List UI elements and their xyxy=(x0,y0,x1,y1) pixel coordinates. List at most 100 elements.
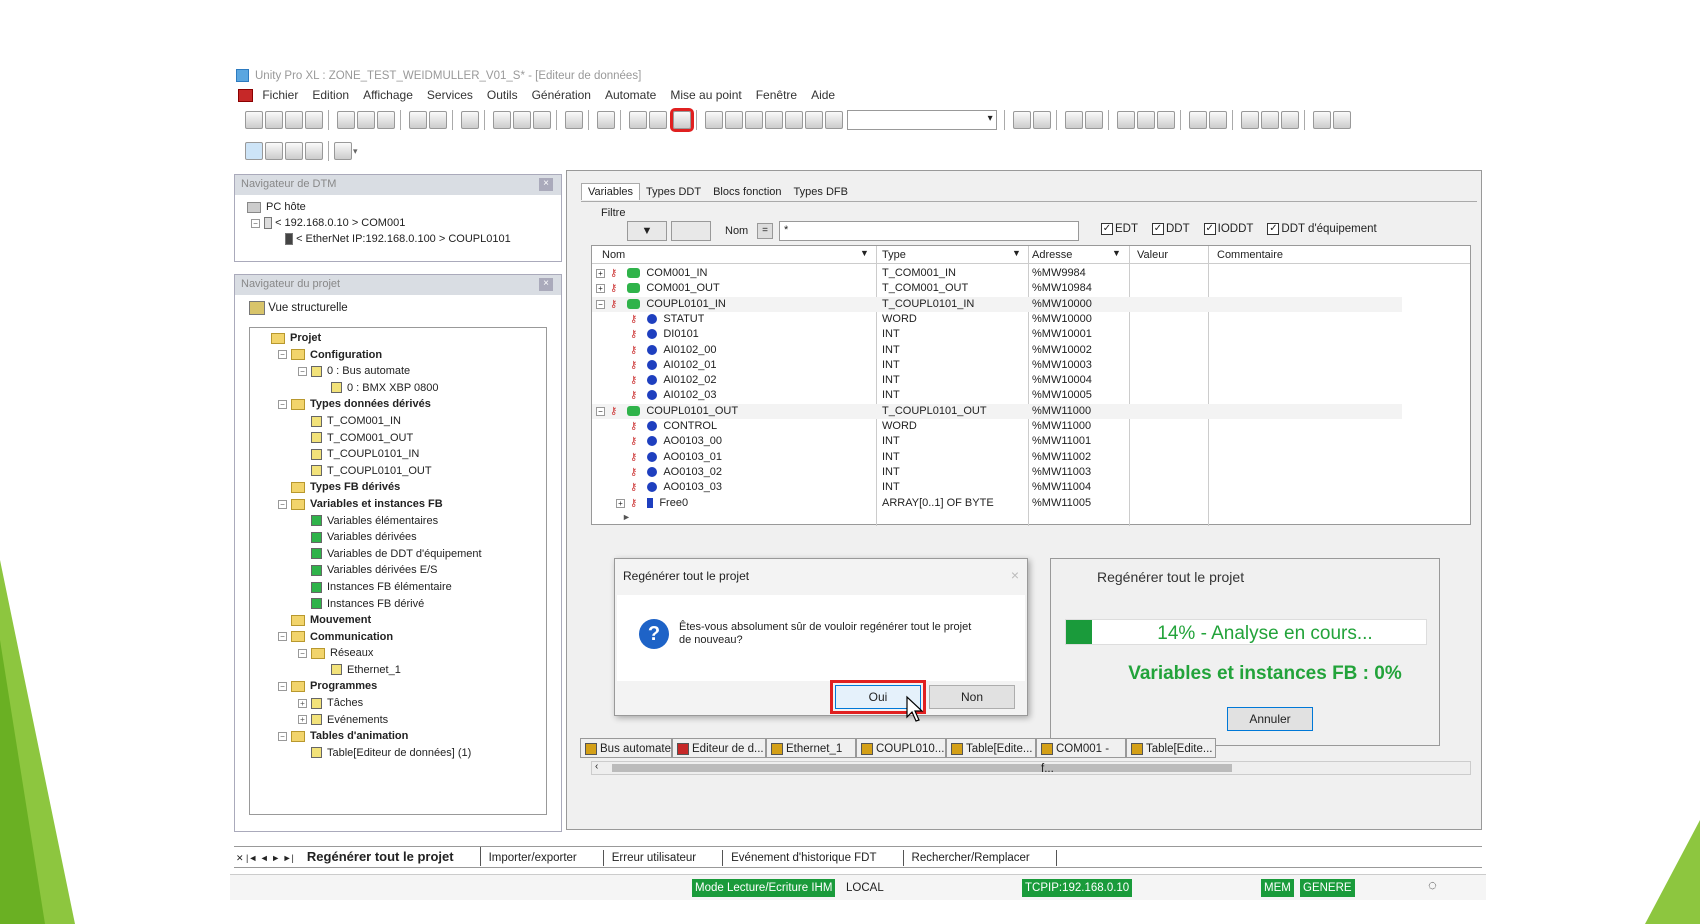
close-icon[interactable]: × xyxy=(1011,567,1019,583)
dtm-node-com001[interactable]: − < 192.168.0.10 > COM001 xyxy=(247,215,549,231)
dtm-node-coupl0101[interactable]: < EtherNet IP:192.168.0.100 > COUPL0101 xyxy=(247,231,549,247)
tree-item[interactable]: − Réseaux xyxy=(254,645,542,662)
expand-icon[interactable]: − xyxy=(596,299,605,309)
expand-icon[interactable]: − xyxy=(278,731,287,741)
connect-icon[interactable] xyxy=(1012,111,1031,129)
plc-icon[interactable] xyxy=(1084,111,1103,129)
output-tab[interactable]: Evénement d'historique FDT xyxy=(723,850,904,866)
table-row[interactable]: − ⚷ COUPL0101_IN T_COUPL0101_IN %MW10000 xyxy=(592,296,1402,312)
column-header[interactable]: Commentaire xyxy=(1217,249,1283,261)
tree-item[interactable]: − Variables et instances FB xyxy=(254,496,542,513)
sort-chevron-icon[interactable]: ▼ xyxy=(1012,248,1021,258)
table-row[interactable]: +⚷AO0103_00INT%MW11001 xyxy=(592,434,1402,449)
replace-icon[interactable] xyxy=(513,111,532,129)
filter-icon[interactable]: ▼ xyxy=(627,221,667,241)
column-header[interactable]: Adresse xyxy=(1032,249,1072,261)
output-tab[interactable]: Erreur utilisateur xyxy=(604,850,724,866)
goto-icon[interactable] xyxy=(533,111,552,129)
type-checkbox[interactable]: ✓ DDT d'équipement xyxy=(1267,223,1377,235)
expand-icon[interactable]: + xyxy=(298,698,307,708)
tree-item[interactable]: − Tables d'animation xyxy=(254,728,542,745)
no-button[interactable]: Non xyxy=(929,685,1015,709)
view-selector[interactable]: Vue structurelle xyxy=(235,295,561,321)
redo-icon[interactable] xyxy=(429,111,448,129)
binoculars-icon[interactable] xyxy=(824,111,843,129)
column-header[interactable]: Valeur xyxy=(1137,249,1168,261)
open-icon[interactable] xyxy=(265,111,283,129)
expand-icon[interactable]: − xyxy=(298,648,307,658)
tree-item[interactable]: −Table[Editeur de données] (1) xyxy=(254,745,542,762)
sort-chevron-icon[interactable]: ▼ xyxy=(1112,248,1121,258)
tree-item[interactable]: − Programmes xyxy=(254,678,542,695)
sort-chevron-icon[interactable]: ▼ xyxy=(860,248,869,258)
tree-item[interactable]: −Variables élémentaires xyxy=(254,513,542,530)
split-icon[interactable] xyxy=(285,142,303,160)
stop-icon[interactable] xyxy=(1136,111,1155,129)
menu-item[interactable]: Génération xyxy=(532,88,591,102)
app-menu-icon[interactable] xyxy=(238,89,253,103)
menu-item[interactable]: Affichage xyxy=(363,88,413,102)
table-row[interactable]: +⚷AI0102_03INT%MW10005 xyxy=(592,388,1402,403)
table-row[interactable]: +⚷AO0103_01INT%MW11002 xyxy=(592,450,1402,465)
close-icon[interactable]: × xyxy=(539,278,553,291)
expand-icon[interactable]: − xyxy=(278,350,287,360)
output-tab[interactable]: Regénérer tout le projet xyxy=(299,847,481,866)
cut-icon[interactable] xyxy=(357,111,376,129)
data-editor-icon[interactable] xyxy=(764,111,783,129)
scroll-left-icon[interactable]: ‹ xyxy=(595,761,598,772)
horizontal-scrollbar[interactable]: ‹ xyxy=(591,761,1471,775)
expand-icon[interactable]: + xyxy=(596,284,605,294)
copy-icon[interactable] xyxy=(337,111,356,129)
menu-item[interactable]: Aide xyxy=(811,88,835,102)
structural-view-icon[interactable] xyxy=(245,142,263,160)
table-row[interactable]: +⚷AI0102_00INT%MW10002 xyxy=(592,343,1402,358)
new-icon[interactable] xyxy=(245,111,263,129)
analyze-icon[interactable] xyxy=(629,111,648,129)
table-row[interactable]: +⚷AI0102_02INT%MW10004 xyxy=(592,373,1402,388)
name-operator-button[interactable]: = xyxy=(757,223,773,239)
zoom-icon[interactable] xyxy=(334,142,352,160)
tree-item[interactable]: −Types FB dérivés xyxy=(254,479,542,496)
transfer-icon[interactable] xyxy=(1064,111,1083,129)
menu-item[interactable]: Mise au point xyxy=(670,88,741,102)
tree-item[interactable]: − Communication xyxy=(254,629,542,646)
filter-settings-icon[interactable] xyxy=(671,221,711,241)
functional-view-icon[interactable] xyxy=(265,142,283,160)
zoom-chevron-icon[interactable]: ▾ xyxy=(353,146,358,156)
tree-item[interactable]: −Instances FB dérivé xyxy=(254,596,542,613)
watch-icon[interactable] xyxy=(1208,111,1227,129)
table-row[interactable]: + ⚷ COM001_OUT T_COM001_OUT %MW10984 xyxy=(592,281,1402,296)
output-tab[interactable]: Rechercher/Remplacer xyxy=(904,850,1057,866)
expand-icon[interactable]: − xyxy=(278,499,287,509)
menu-item[interactable]: Automate xyxy=(605,88,656,102)
expand-icon[interactable]: + xyxy=(596,269,605,278)
tree-item[interactable]: −Ethernet_1 xyxy=(254,662,542,679)
tree-item[interactable]: − 0 : Bus automate xyxy=(254,363,542,380)
menu-item[interactable]: Services xyxy=(427,88,473,102)
build-icon[interactable] xyxy=(649,111,668,129)
expand-icon[interactable]: − xyxy=(278,632,287,642)
tree-item[interactable]: + Tâches xyxy=(254,695,542,712)
table-row[interactable]: +⚷AO0103_03INT%MW11004 xyxy=(592,480,1402,495)
document-tab[interactable]: Editeur de d... xyxy=(672,738,766,758)
type-checkbox[interactable]: ✓ IODDT xyxy=(1203,223,1253,235)
menu-item[interactable]: Outils xyxy=(487,88,518,102)
table-row[interactable]: +⚷STATUTWORD%MW10000 xyxy=(592,312,1402,327)
cancel-button[interactable]: Annuler xyxy=(1227,707,1313,731)
tree-item[interactable]: −Variables de DDT d'équipement xyxy=(254,546,542,563)
search-prev-icon[interactable] xyxy=(804,111,823,129)
document-tab[interactable]: COUPL010... xyxy=(856,738,946,758)
tree-item[interactable]: −Variables dérivées xyxy=(254,529,542,546)
close-icon[interactable]: × xyxy=(539,178,553,191)
scrollbar-thumb[interactable] xyxy=(612,764,1232,772)
window-icon[interactable] xyxy=(704,111,723,129)
run-icon[interactable] xyxy=(1116,111,1135,129)
export-icon[interactable] xyxy=(597,111,616,129)
table-row[interactable]: +⚷DI0101INT%MW10001 xyxy=(592,327,1402,342)
expand-icon[interactable]: − xyxy=(278,682,287,692)
table-icon[interactable] xyxy=(744,111,763,129)
tree-item[interactable]: −Mouvement xyxy=(254,612,542,629)
tree-item[interactable]: + Evénements xyxy=(254,712,542,729)
menu-item[interactable]: Fenêtre xyxy=(756,88,797,102)
tree-item[interactable]: −Projet xyxy=(254,330,542,347)
